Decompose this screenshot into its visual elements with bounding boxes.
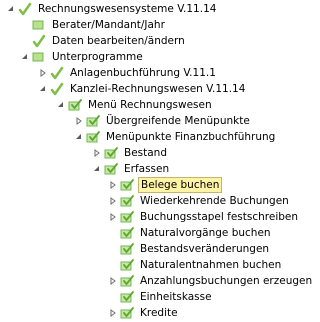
expanded-arrow-icon[interactable] <box>56 96 66 114</box>
tree-node-label: Kredite <box>140 307 178 319</box>
expanded-arrow-icon[interactable] <box>92 160 102 178</box>
navigation-tree: Rechnungswesensysteme V.11.14 Berater/Ma… <box>0 0 312 322</box>
expanded-arrow-icon[interactable] <box>38 80 48 98</box>
expanded-arrow-icon[interactable] <box>6 0 16 18</box>
tree-node-label-selected: Belege buchen <box>138 177 223 193</box>
collapsed-arrow-icon[interactable] <box>108 304 118 322</box>
doc-check-icon <box>120 304 134 322</box>
expanded-arrow-icon[interactable] <box>74 128 84 146</box>
tree-node-kredite[interactable]: Kredite <box>108 304 180 322</box>
expanded-arrow-icon[interactable] <box>20 48 30 66</box>
